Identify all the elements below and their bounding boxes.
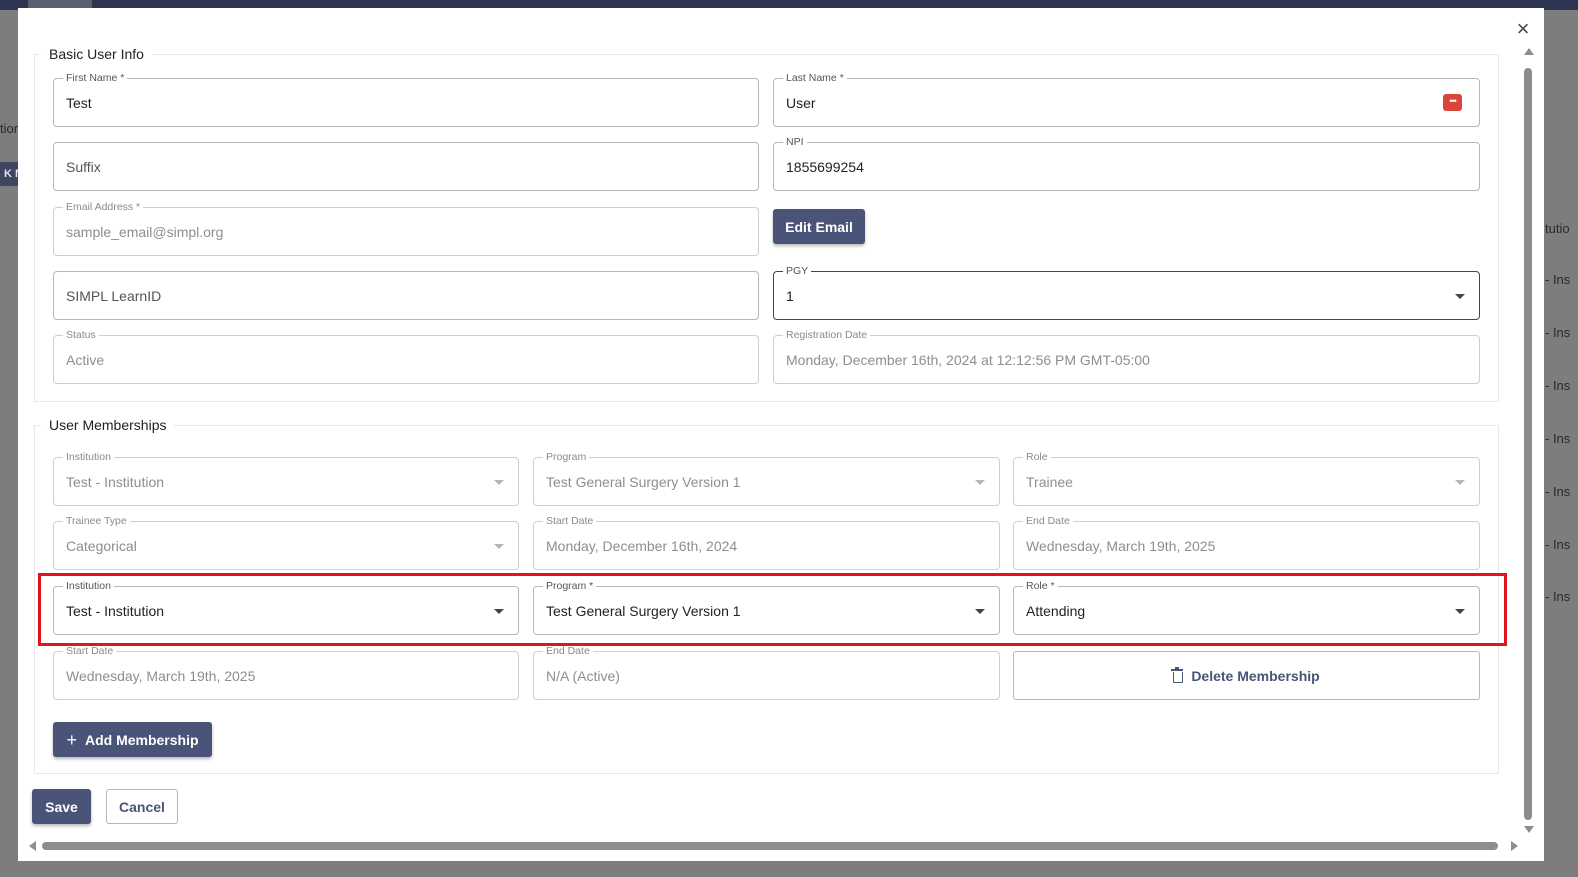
trash-icon (1171, 667, 1184, 683)
field-label: End Date (543, 644, 593, 658)
scroll-left-arrow-icon[interactable] (29, 841, 36, 851)
background-text-left-1: tior (0, 121, 19, 136)
edit-user-dialog: × Basic User Info First Name * Test Last… (18, 8, 1544, 861)
plus-icon: + (66, 729, 77, 750)
field-value: Test - Institution (66, 603, 165, 619)
delete-membership-button[interactable]: Delete Membership (1013, 651, 1480, 700)
field-placeholder: Suffix (66, 159, 101, 175)
close-icon[interactable]: × (1510, 17, 1536, 43)
field-label: Role (1023, 450, 1051, 464)
existing-institution-select: Institution Test - Institution (53, 450, 519, 506)
field-value: Test General Surgery Version 1 (546, 474, 741, 490)
field-value: 1 (786, 288, 794, 304)
chevron-down-icon (1455, 480, 1465, 485)
field-value: User (786, 95, 816, 111)
existing-role-select: Role Trainee (1013, 450, 1480, 506)
scroll-up-arrow-icon[interactable] (1524, 48, 1534, 55)
field-label: Institution (63, 579, 114, 593)
field-value: sample_email@simpl.org (66, 224, 224, 240)
field-label: Registration Date (783, 328, 871, 342)
program-select[interactable]: Program * Test General Surgery Version 1 (533, 579, 1000, 635)
field-value: Wednesday, March 19th, 2025 (66, 668, 256, 684)
institution-select[interactable]: Institution Test - Institution (53, 579, 519, 635)
field-value: Monday, December 16th, 2024 (546, 538, 738, 554)
field-label: Email Address * (63, 200, 144, 214)
pgy-select[interactable]: PGY 1 (773, 264, 1480, 320)
button-label: Add Membership (84, 731, 199, 748)
field-value: Test - Institution (66, 474, 165, 490)
field-value: Categorical (66, 538, 137, 554)
field-label: NPI (783, 135, 807, 149)
existing-program-select: Program Test General Surgery Version 1 (533, 450, 1000, 506)
last-name-field[interactable]: Last Name * User (773, 71, 1480, 127)
first-name-field[interactable]: First Name * Test (53, 71, 759, 127)
field-value: Trainee (1026, 474, 1073, 490)
background-header-right: tutio (1545, 221, 1570, 236)
horizontal-scrollbar-thumb[interactable] (42, 842, 1498, 850)
end-date-field: End Date N/A (Active) (533, 644, 1000, 700)
start-date-field: Start Date Wednesday, March 19th, 2025 (53, 644, 519, 700)
chevron-down-icon (494, 609, 504, 614)
status-field: Status Active (53, 328, 759, 384)
field-value: Wednesday, March 19th, 2025 (1026, 538, 1216, 554)
chevron-down-icon (975, 609, 985, 614)
cancel-button[interactable]: Cancel (106, 789, 178, 824)
field-label: Start Date (63, 644, 117, 658)
field-label: Trainee Type (63, 514, 130, 528)
learn-id-field[interactable]: SIMPL LearnID (53, 271, 759, 320)
save-button[interactable]: Save (32, 789, 91, 824)
scroll-right-arrow-icon[interactable] (1511, 841, 1518, 851)
field-value: Monday, December 16th, 2024 at 12:12:56 … (786, 352, 1150, 368)
chevron-down-icon (975, 480, 985, 485)
field-value: Test (66, 95, 92, 111)
chevron-down-icon (1455, 609, 1465, 614)
background-row-right: - Ins (1545, 378, 1571, 393)
field-placeholder: SIMPL LearnID (66, 288, 162, 304)
registration-date-field: Registration Date Monday, December 16th,… (773, 328, 1480, 384)
background-row-right: - Ins (1545, 272, 1571, 287)
field-value: Attending (1026, 603, 1086, 619)
npi-field[interactable]: NPI 1855699254 (773, 135, 1480, 191)
field-value: Active (66, 352, 105, 368)
chevron-down-icon (1455, 294, 1465, 299)
existing-end-date-field: End Date Wednesday, March 19th, 2025 (1013, 514, 1480, 570)
field-label: Status (63, 328, 99, 342)
field-label: Role * (1023, 579, 1058, 593)
chevron-down-icon (494, 544, 504, 549)
section-title: Basic User Info (49, 46, 144, 62)
chevron-down-icon (494, 480, 504, 485)
field-label: Start Date (543, 514, 597, 528)
add-membership-button[interactable]: + Add Membership (53, 722, 212, 757)
field-label: PGY (783, 264, 812, 278)
background-row-right: - Ins (1545, 537, 1571, 552)
email-field: Email Address * sample_email@simpl.org (53, 200, 759, 256)
edit-email-button[interactable]: Edit Email (773, 209, 865, 244)
vertical-scrollbar-thumb[interactable] (1524, 68, 1532, 820)
role-select[interactable]: Role * Attending (1013, 579, 1480, 635)
trainee-type-select: Trainee Type Categorical (53, 514, 519, 570)
field-label: First Name * (63, 71, 128, 85)
background-row-right: - Ins (1545, 589, 1571, 604)
button-label: Delete Membership (1191, 667, 1320, 684)
background-row-right: - Ins (1545, 431, 1571, 446)
field-label: Last Name * (783, 71, 847, 85)
scroll-down-arrow-icon[interactable] (1524, 826, 1534, 833)
suffix-field[interactable]: Suffix (53, 142, 759, 191)
existing-start-date-field: Start Date Monday, December 16th, 2024 (533, 514, 1000, 570)
field-label: Program * (543, 579, 597, 593)
field-label: End Date (1023, 514, 1073, 528)
section-title: User Memberships (49, 417, 167, 433)
field-label: Institution (63, 450, 114, 464)
field-value: Test General Surgery Version 1 (546, 603, 741, 619)
field-label: Program (543, 450, 590, 464)
background-row-right: - Ins (1545, 484, 1571, 499)
background-row-right: - Ins (1545, 325, 1571, 340)
field-value: 1855699254 (786, 159, 864, 175)
field-value: N/A (Active) (546, 668, 620, 684)
password-manager-icon[interactable] (1443, 94, 1462, 111)
